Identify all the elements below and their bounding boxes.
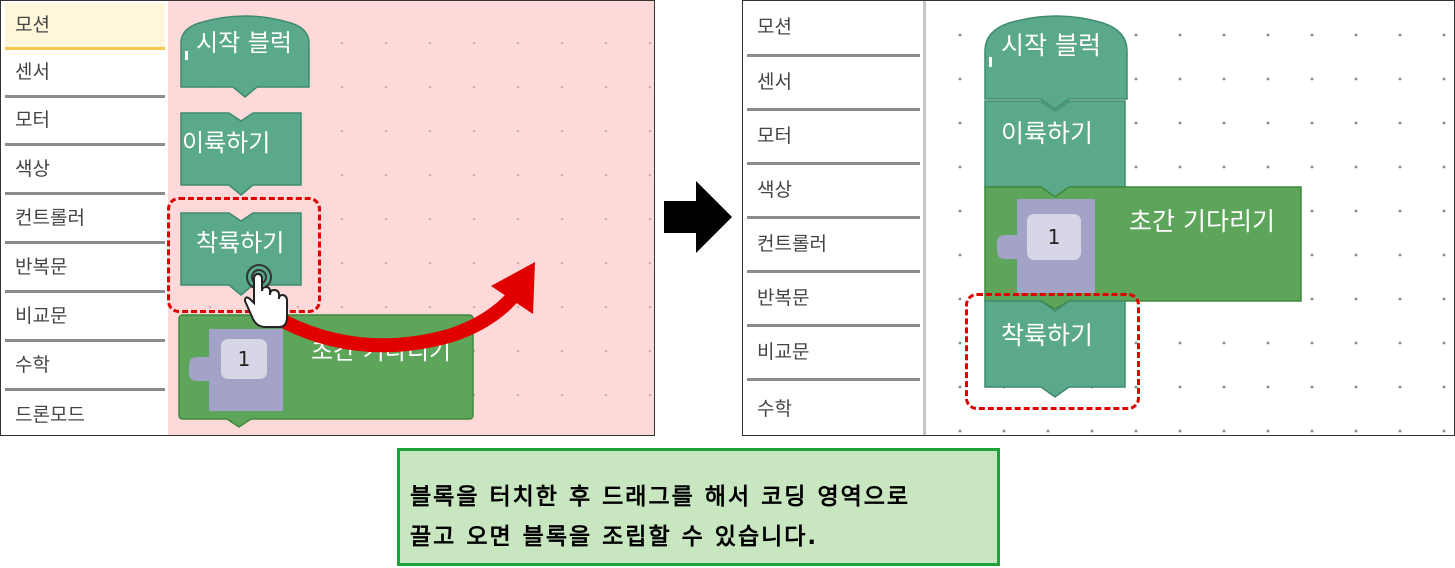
category-label: 비교문 (15, 304, 68, 327)
block-category-sidebar: 모션 센서 모터 색상 컨트롤러 반복문 비교문 수학 (743, 1, 926, 435)
category-compare[interactable]: 비교문 (5, 293, 165, 342)
caption-box: 블록을 터치한 후 드래그를 해서 코딩 영역으로 끌고 오면 블록을 조립할 … (397, 448, 1000, 566)
category-color[interactable]: 색상 (747, 165, 920, 219)
category-label: 수학 (15, 353, 50, 376)
category-label: 모터 (757, 125, 792, 147)
category-math[interactable]: 수학 (747, 381, 920, 435)
category-label: 비교문 (757, 341, 810, 363)
category-label: 드론모드 (15, 404, 85, 426)
category-sensor[interactable]: 센서 (5, 50, 165, 98)
category-label: 모션 (15, 13, 50, 36)
start-block-label: 시작 블럭 (196, 29, 292, 57)
category-label: 색상 (15, 157, 50, 180)
category-label: 센서 (15, 61, 50, 83)
category-motor[interactable]: 모터 (5, 98, 165, 146)
category-sensor[interactable]: 센서 (747, 57, 920, 111)
block-category-sidebar: 모션 센서 모터 색상 컨트롤러 반복문 비교문 수학 드론모드 (1, 1, 168, 435)
takeoff-block[interactable] (984, 100, 1127, 201)
start-block[interactable] (984, 13, 1129, 113)
category-label: 컨트롤러 (757, 233, 827, 255)
category-label: 컨트롤러 (15, 206, 85, 229)
wait-seconds-input[interactable]: 1 (221, 339, 267, 379)
category-label: 모션 (757, 16, 792, 38)
right-arrow-icon (664, 181, 732, 253)
category-controller[interactable]: 컨트롤러 (747, 219, 920, 273)
category-label: 반복문 (15, 255, 68, 278)
category-loop[interactable]: 반복문 (5, 244, 165, 293)
category-label: 색상 (757, 179, 792, 201)
start-block-label: 시작 블럭 (1001, 31, 1101, 60)
category-motor[interactable]: 모터 (747, 111, 920, 165)
category-drone-mode[interactable]: 드론모드 (5, 391, 165, 435)
wait-block-label: 초간 기다리기 (1129, 207, 1275, 236)
category-controller[interactable]: 컨트롤러 (5, 195, 165, 244)
category-label: 수학 (757, 397, 792, 420)
category-compare[interactable]: 비교문 (747, 327, 920, 381)
category-motion[interactable]: 모션 (747, 1, 920, 57)
category-label: 센서 (757, 71, 792, 93)
takeoff-block-label: 이륙하기 (182, 129, 271, 157)
category-color[interactable]: 색상 (5, 146, 165, 195)
takeoff-block-label: 이륙하기 (1001, 119, 1094, 148)
category-label: 반복문 (757, 287, 810, 309)
assembled-highlight (965, 293, 1140, 410)
caption-line-2: 끌고 오면 블록을 조립할 수 있습니다. (410, 524, 819, 550)
right-screenshot-panel: 모션 센서 모터 색상 컨트롤러 반복문 비교문 수학 시작 블럭 이륙하기 1… (742, 0, 1455, 436)
left-screenshot-panel: 모션 센서 모터 색상 컨트롤러 반복문 비교문 수학 드론모드 시작 블럭 이… (0, 0, 655, 436)
category-motion[interactable]: 모션 (5, 3, 165, 50)
category-label: 모터 (15, 109, 50, 131)
caption-line-1: 블록을 터치한 후 드래그를 해서 코딩 영역으로 (410, 484, 911, 510)
category-loop[interactable]: 반복문 (747, 273, 920, 327)
category-math[interactable]: 수학 (5, 342, 165, 391)
wait-seconds-input[interactable]: 1 (1027, 214, 1081, 260)
hand-pointer-icon (243, 264, 288, 328)
